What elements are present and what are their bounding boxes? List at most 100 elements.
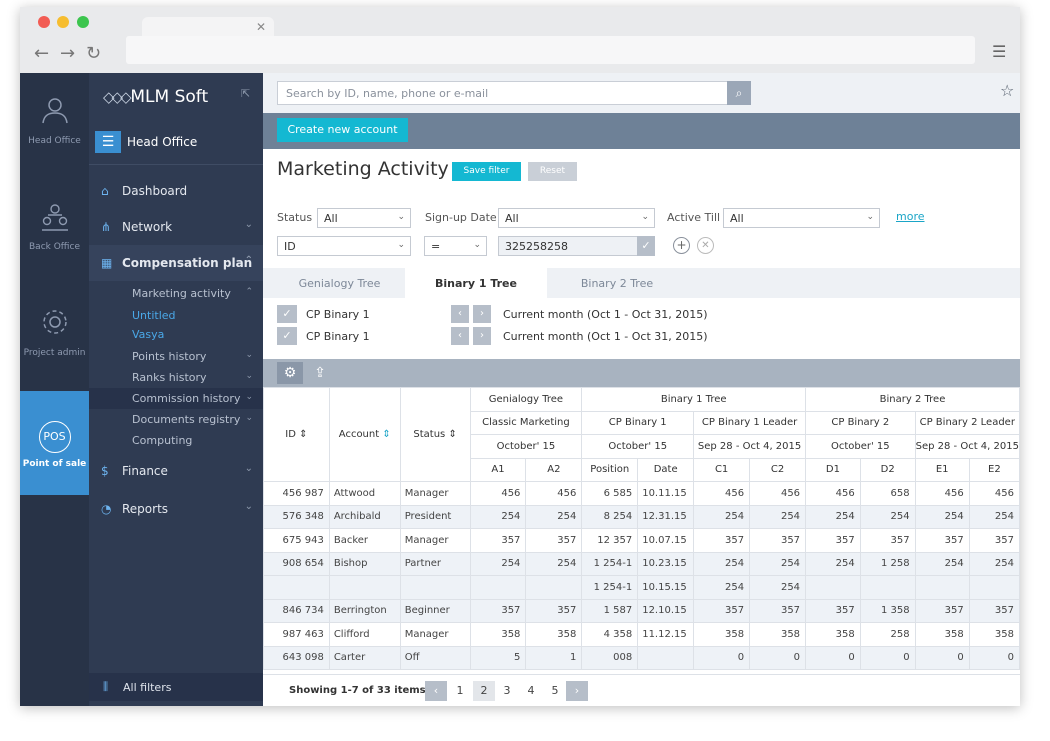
back-icon[interactable]: ←: [34, 43, 49, 64]
table-row[interactable]: 576 348 Archibald President 254 254 8 254 12.3…: [263, 504, 1020, 529]
sort-icon[interactable]: ⇕: [299, 429, 307, 440]
operator-select[interactable]: = ⌄: [424, 236, 487, 256]
col-header: D2: [859, 457, 916, 482]
table-cell: 0: [749, 645, 807, 670]
table-row[interactable]: 456 987 Attwood Manager 456 456 6 585 10.11.15…: [263, 481, 1020, 506]
active-select[interactable]: All ⌄: [723, 208, 880, 228]
next-period-icon[interactable]: ›: [473, 305, 491, 323]
sidebar-item-finance[interactable]: $ Finance ⌄: [89, 453, 263, 489]
menu-icon[interactable]: ☰: [992, 42, 1006, 61]
chevron-up-icon: ⌃: [245, 287, 253, 297]
status-select[interactable]: All ⌄: [317, 208, 411, 228]
close-tab-icon[interactable]: ✕: [256, 20, 266, 34]
table-cell: 358: [805, 622, 861, 647]
external-link-icon[interactable]: ⇱: [241, 87, 250, 100]
table-row[interactable]: 675 943 Backer Manager 357 357 12 357 10.07.15…: [263, 528, 1020, 553]
sub-commission-history[interactable]: Commission history ⌄: [89, 388, 263, 409]
next-page-icon[interactable]: ›: [566, 681, 588, 701]
table-cell: 10.07.15: [637, 528, 695, 553]
field-select[interactable]: ID ⌄: [277, 236, 411, 256]
col-header: E2: [968, 457, 1020, 482]
page-link[interactable]: 1: [449, 681, 471, 701]
sub-vasya[interactable]: Vasya: [89, 324, 263, 345]
tab-binary-1[interactable]: Binary 1 Tree: [405, 268, 547, 298]
col-status[interactable]: Status ⇕: [399, 387, 471, 482]
sub-points-history[interactable]: Points history ⌄: [89, 346, 263, 367]
table-row[interactable]: 846 734 Berrington Beginner 357 357 1 587 12.1…: [263, 598, 1020, 623]
create-account-button[interactable]: Create new account: [277, 118, 408, 142]
sidebar-item-network[interactable]: ⋔ Network ⌄: [89, 209, 263, 245]
more-link[interactable]: more: [896, 210, 925, 223]
table-row[interactable]: 987 463 Clifford Manager 358 358 4 358 11.12.1…: [263, 622, 1020, 647]
table-cell: 358: [693, 622, 751, 647]
prev-page-icon[interactable]: ‹: [425, 681, 447, 701]
remove-icon[interactable]: ✕: [697, 237, 714, 254]
minimize-dot[interactable]: [57, 16, 69, 28]
maximize-dot[interactable]: [77, 16, 89, 28]
app-rail: Head Office Back Office Project admin PO…: [20, 73, 89, 706]
sidebar-item-compensation[interactable]: ▦ Compensation plan ⌃: [89, 245, 263, 281]
export-icon[interactable]: ⇪: [307, 362, 333, 384]
close-dot[interactable]: [38, 16, 50, 28]
table-cell: 357: [914, 598, 970, 623]
signup-select[interactable]: All ⌄: [498, 208, 655, 228]
tab-binary-2[interactable]: Binary 2 Tree: [547, 268, 687, 298]
col-header: C1: [693, 457, 751, 482]
value-input[interactable]: 325258258: [498, 236, 655, 256]
sub-untitled[interactable]: Untitled: [89, 305, 263, 326]
table-cell: Manager: [399, 622, 471, 647]
col-id[interactable]: ID ⇕: [263, 387, 330, 482]
group-header: Binary 1 Tree: [581, 387, 807, 412]
sidebar-item-reports[interactable]: ◔ Reports ⌄: [89, 491, 263, 527]
save-filter-button[interactable]: Save filter: [452, 162, 521, 181]
grid-toolbar: ⚙ ⇪: [263, 359, 1020, 387]
rail-point-of-sale[interactable]: POS Point of sale: [20, 391, 89, 495]
sort-icon[interactable]: ⇕: [448, 429, 456, 440]
add-icon[interactable]: +: [673, 237, 690, 254]
sub-marketing-activity[interactable]: Marketing activity ⌃: [89, 283, 263, 304]
sort-icon[interactable]: ⇕: [382, 429, 390, 440]
col-account[interactable]: Account ⇕: [328, 387, 401, 482]
table-row[interactable]: 643 098 Carter Off 5 1 008 0 0 0 0 0 0: [263, 645, 1020, 670]
office-selector[interactable]: ☰ Head Office: [95, 131, 263, 161]
star-icon[interactable]: ☆: [1000, 81, 1014, 100]
rail-project-admin[interactable]: Project admin: [20, 285, 89, 389]
table-cell: 357: [469, 598, 527, 623]
rail-back-office[interactable]: Back Office: [20, 179, 89, 283]
forward-icon[interactable]: →: [60, 43, 75, 64]
rail-label: Head Office: [28, 136, 81, 146]
sub-computing[interactable]: Computing: [89, 430, 263, 451]
all-filters[interactable]: ⫼ All filters: [89, 673, 263, 701]
table-cell: 846 734: [263, 598, 330, 623]
page-link[interactable]: 4: [520, 681, 542, 701]
table-cell: 254: [968, 551, 1020, 576]
search-input[interactable]: Search by ID, name, phone or e-mail: [277, 81, 751, 105]
reload-icon[interactable]: ↻: [86, 43, 101, 64]
prev-period-icon[interactable]: ‹: [451, 305, 469, 323]
tab-genialogy[interactable]: Genialogy Tree: [277, 268, 402, 298]
prev-period-icon[interactable]: ‹: [451, 327, 469, 345]
search-icon[interactable]: ⌕: [727, 81, 751, 105]
page-link[interactable]: 2: [473, 681, 495, 701]
sub-documents-registry[interactable]: Documents registry ⌄: [89, 409, 263, 430]
tree-checkbox[interactable]: ✓: [277, 327, 297, 345]
rail-head-office[interactable]: Head Office: [20, 73, 89, 177]
table-row[interactable]: 908 654 Bishop Partner 254 254 1 254-1 10.23.1…: [263, 551, 1020, 576]
hamburger-icon[interactable]: ☰: [95, 131, 121, 153]
next-period-icon[interactable]: ›: [473, 327, 491, 345]
settings-gear-icon[interactable]: ⚙: [277, 362, 303, 384]
table-cell: 254: [749, 551, 807, 576]
chevron-down-icon: ⌄: [244, 219, 253, 230]
table-row[interactable]: 1 254-1 10.15.15 254 254: [263, 575, 1020, 600]
address-bar[interactable]: [126, 36, 975, 64]
page-link[interactable]: 3: [496, 681, 518, 701]
sidebar-item-dashboard[interactable]: ⌂ Dashboard: [89, 173, 263, 209]
confirm-check-icon[interactable]: ✓: [637, 236, 655, 256]
page-link[interactable]: 5: [544, 681, 566, 701]
reset-button[interactable]: Reset: [528, 162, 577, 181]
sub-ranks-history[interactable]: Ranks history ⌄: [89, 367, 263, 388]
table-cell: [399, 575, 471, 600]
top-bar: Search by ID, name, phone or e-mail ⌕ ☆: [263, 73, 1020, 113]
table-cell: 908 654: [263, 551, 330, 576]
tree-checkbox[interactable]: ✓: [277, 305, 297, 323]
